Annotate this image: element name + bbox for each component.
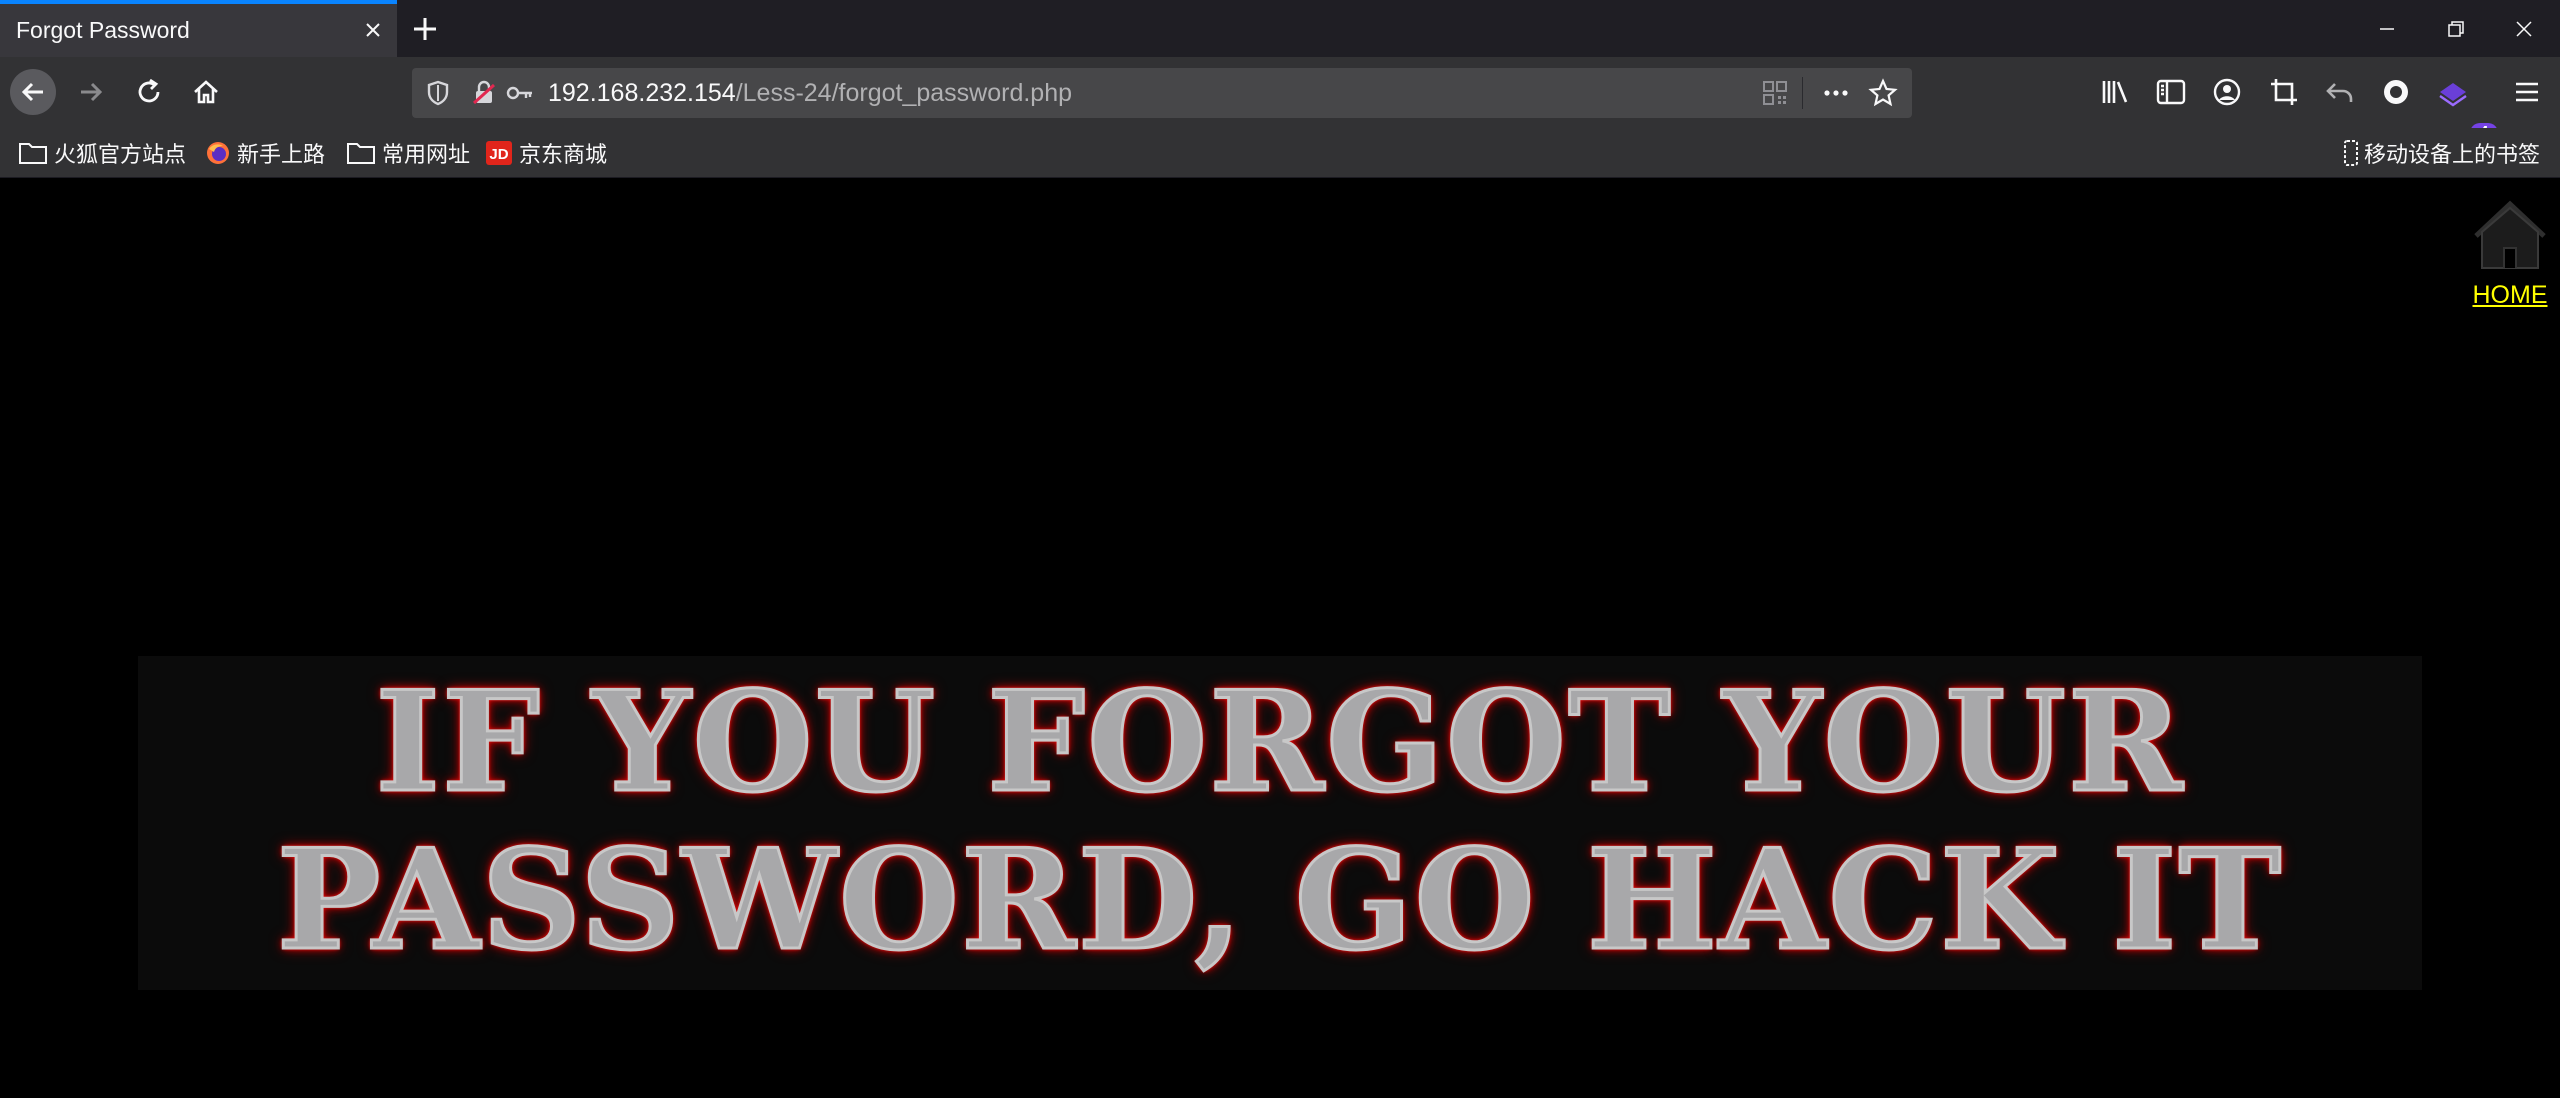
undo-icon[interactable]	[2323, 75, 2357, 109]
home-button[interactable]	[183, 69, 229, 115]
forgot-password-banner: IF YOU FORGOT YOUR PASSWORD, GO HACK IT	[138, 656, 2422, 990]
house-icon	[2474, 200, 2546, 269]
url-path: /Less-24/forgot_password.php	[735, 79, 1073, 107]
home-link[interactable]: HOME	[2460, 198, 2560, 309]
library-icon[interactable]	[2098, 75, 2132, 109]
bookmark-firefox-sites[interactable]: 火狐官方站点	[18, 138, 186, 168]
bookmark-jd[interactable]: JD 京东商城	[485, 138, 607, 168]
screenshot-crop-icon[interactable]	[2267, 75, 2301, 109]
mobile-bookmarks[interactable]: 移动设备上的书签	[2342, 138, 2540, 168]
banner-line-1: IF YOU FORGOT YOUR	[374, 659, 2185, 825]
qr-code-icon[interactable]	[1759, 77, 1791, 109]
minimize-icon[interactable]	[2368, 10, 2406, 48]
back-button[interactable]	[10, 69, 56, 115]
url-bar[interactable]: 192.168.232.154/Less-24/forgot_password.…	[412, 68, 1912, 118]
jd-icon: JD	[486, 141, 512, 165]
bookmarks-toolbar: 火狐官方站点 新手上路 常用网址 JD 京东商城 移动设备上的书签	[0, 128, 2560, 178]
back-arrow-icon	[21, 82, 43, 102]
svg-text:JD: JD	[489, 146, 508, 163]
extension-circle-icon[interactable]	[2379, 75, 2413, 109]
folder-icon	[347, 143, 375, 164]
window-close-icon[interactable]	[2505, 10, 2543, 48]
folder-icon	[19, 143, 47, 164]
navigation-toolbar: 192.168.232.154/Less-24/forgot_password.…	[0, 57, 2560, 165]
bookmark-label: 常用网址	[382, 143, 471, 168]
bookmark-label: 火狐官方站点	[54, 143, 187, 168]
url-text[interactable]: 192.168.232.154/Less-24/forgot_password.…	[548, 79, 1072, 108]
page-actions-icon[interactable]	[1820, 77, 1852, 109]
reload-icon	[138, 78, 160, 103]
menu-hamburger-icon[interactable]	[2510, 75, 2544, 109]
close-tab-icon[interactable]	[359, 16, 387, 44]
bookmark-label: 新手上路	[237, 143, 326, 168]
bookmark-label: 京东商城	[519, 143, 608, 168]
bookmark-common-sites[interactable]: 常用网址	[346, 138, 470, 168]
mobile-bookmarks-label: 移动设备上的书签	[2363, 143, 2540, 168]
forward-button[interactable]	[68, 69, 114, 115]
tab-title: Forgot Password	[16, 17, 190, 43]
new-tab-icon[interactable]	[408, 12, 442, 46]
tracking-shield-icon[interactable]	[422, 77, 454, 109]
key-icon[interactable]	[504, 77, 536, 109]
account-icon[interactable]	[2210, 75, 2244, 109]
mobile-device-icon	[2343, 140, 2358, 166]
page-content: HOME IF YOU FORGOT YOUR PASSWORD, GO HAC…	[0, 178, 2560, 1098]
sidebar-icon[interactable]	[2154, 75, 2188, 109]
home-link-label: HOME	[2472, 281, 2548, 309]
url-host: 192.168.232.154	[548, 79, 736, 107]
insecure-lock-icon[interactable]	[468, 77, 500, 109]
url-bar-separator	[1802, 77, 1803, 109]
home-icon	[194, 80, 218, 104]
banner-line-2: PASSWORD, GO HACK IT	[275, 817, 2284, 983]
reload-button[interactable]	[126, 69, 172, 115]
extension-stack-icon[interactable]	[2436, 75, 2470, 109]
bookmark-getting-started[interactable]: 新手上路	[205, 138, 325, 168]
forward-arrow-icon	[81, 82, 103, 102]
bookmark-star-icon[interactable]	[1867, 77, 1899, 109]
firefox-icon	[207, 142, 229, 164]
tab-strip: Forgot Password	[0, 0, 2560, 57]
tab-forgot-password[interactable]: Forgot Password	[0, 0, 397, 57]
restore-icon[interactable]	[2437, 10, 2475, 48]
